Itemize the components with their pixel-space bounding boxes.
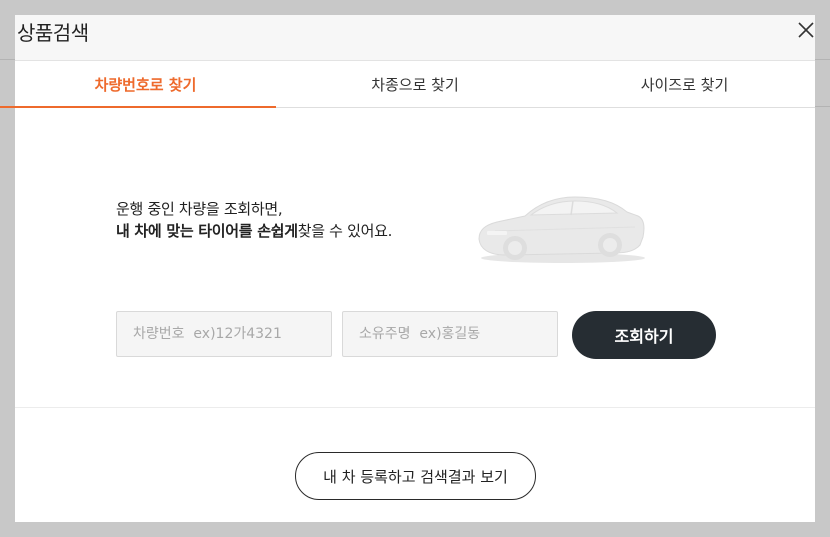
product-search-modal: 상품검색 차량번호로 찾기 차종으로 찾기 사이즈로 찾기 운행 중인 차량을 …	[0, 15, 815, 522]
intro-text: 운행 중인 차량을 조회하면, 내 차에 맞는 타이어를 손쉽게찾을 수 있어요…	[116, 198, 392, 242]
modal-title: 상품검색	[17, 21, 89, 45]
search-button[interactable]: 조회하기	[572, 311, 716, 359]
search-tabs: 차량번호로 찾기 차종으로 찾기 사이즈로 찾기	[0, 60, 815, 108]
register-car-button[interactable]: 내 차 등록하고 검색결과 보기	[295, 452, 536, 500]
section-divider	[15, 407, 815, 408]
tab-car-model[interactable]: 차종으로 찾기	[276, 61, 554, 107]
tab-plate-number[interactable]: 차량번호로 찾기	[0, 61, 276, 108]
close-icon[interactable]	[795, 19, 817, 41]
intro-line-2-bold: 내 차에 맞는 타이어를 손쉽게	[116, 222, 298, 240]
owner-name-input[interactable]	[342, 311, 558, 357]
intro-line-1: 운행 중인 차량을 조회하면,	[116, 200, 283, 218]
tab-tire-size[interactable]: 사이즈로 찾기	[554, 61, 815, 107]
plate-number-input[interactable]	[116, 311, 332, 357]
intro-line-2: 내 차에 맞는 타이어를 손쉽게찾을 수 있어요.	[116, 220, 392, 242]
car-illustration	[475, 185, 650, 267]
modal-header: 상품검색	[15, 15, 815, 60]
intro-line-2-rest: 찾을 수 있어요.	[297, 222, 393, 240]
